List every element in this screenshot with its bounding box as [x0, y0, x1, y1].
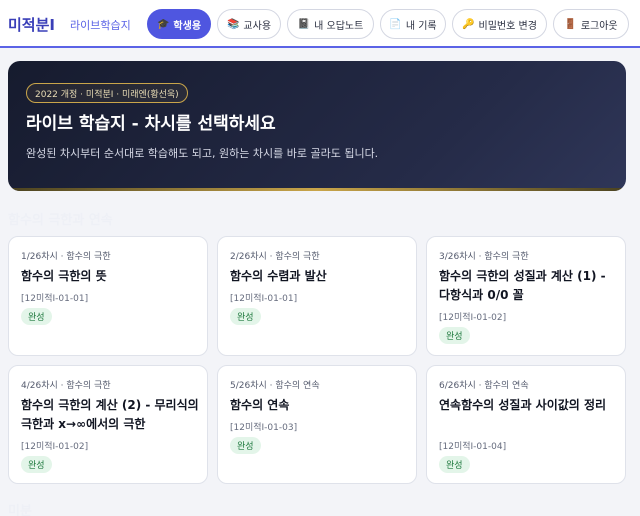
hero-description: 완성된 차시부터 순서대로 학습해도 되고, 원하는 차시를 바로 골라도 됩니…: [26, 147, 379, 160]
app-title: 미적분Ⅰ: [8, 16, 55, 34]
lesson-code: [12미적Ⅰ-01-04]: [439, 442, 507, 452]
nav-button-wrong-answer-note[interactable]: 📓 내 오답노트: [287, 9, 374, 39]
document-icon: 📄: [389, 18, 402, 30]
lesson-title: 함수의 수렴과 발산: [230, 269, 327, 283]
section-title-differentiation: 미분: [8, 504, 32, 516]
status-badge: 완성: [21, 456, 52, 473]
nav-button-label: 내 기록: [405, 20, 437, 32]
nav-button-label: 비밀번호 변경: [478, 20, 537, 32]
lesson-meta: 5/26차시 · 함수의 연속: [230, 381, 320, 391]
nav-button-teacher[interactable]: 📚 교사용: [217, 9, 281, 39]
lesson-code: [12미적Ⅰ-01-01]: [230, 294, 298, 304]
door-icon: 🚪: [564, 18, 577, 30]
lesson-meta: 6/26차시 · 함수의 연속: [439, 381, 529, 391]
lesson-code: [12미적Ⅰ-01-02]: [21, 442, 89, 452]
hero-banner: 2022 개정 · 미적분Ⅰ · 미래엔(황선욱) 라이브 학습지 - 차시를 …: [8, 61, 626, 191]
notebook-icon: 📓: [297, 18, 311, 30]
lesson-title: 함수의 연속: [230, 398, 290, 412]
app-subtitle: 라이브학습지: [70, 19, 131, 32]
lesson-card-5[interactable]: 5/26차시 · 함수의 연속 함수의 연속 [12미적Ⅰ-01-03] 완성: [217, 365, 417, 484]
hero-accent-bar: [8, 188, 626, 191]
nav-button-label: 학생용: [173, 20, 202, 32]
lesson-meta: 1/26차시 · 함수의 극한: [21, 252, 111, 262]
lesson-code: [12미적Ⅰ-01-02]: [439, 313, 507, 323]
lesson-card-3[interactable]: 3/26차시 · 함수의 극한 함수의 극한의 성질과 계산 (1) - 다항식…: [426, 236, 626, 356]
lesson-meta: 3/26차시 · 함수의 극한: [439, 252, 529, 262]
hero-title: 라이브 학습지 - 차시를 선택하세요: [26, 114, 276, 134]
lesson-title: 함수의 극한의 뜻: [21, 269, 107, 283]
lesson-card-6[interactable]: 6/26차시 · 함수의 연속 연속함수의 성질과 사이값의 정리 [12미적Ⅰ…: [426, 365, 626, 484]
nav-button-label: 로그아웃: [580, 20, 618, 32]
curriculum-badge: 2022 개정 · 미적분Ⅰ · 미래엔(황선욱): [26, 83, 188, 103]
nav-button-change-password[interactable]: 🔑 비밀번호 변경: [452, 9, 547, 39]
lesson-code: [12미적Ⅰ-01-01]: [21, 294, 89, 304]
lesson-meta: 4/26차시 · 함수의 극한: [21, 381, 111, 391]
status-badge: 완성: [439, 327, 470, 344]
lesson-card-2[interactable]: 2/26차시 · 함수의 극한 함수의 수렴과 발산 [12미적Ⅰ-01-01]…: [217, 236, 417, 356]
top-navigation-bar: 미적분Ⅰ 라이브학습지 🎓 학생용 📚 교사용 📓 내 오답노트 📄 내 기록 …: [0, 0, 640, 48]
lesson-card-4[interactable]: 4/26차시 · 함수의 극한 함수의 극한의 계산 (2) - 무리식의 극한…: [8, 365, 208, 484]
section-title-limits-continuity: 함수의 극한과 연속: [8, 213, 113, 228]
books-icon: 📚: [226, 18, 240, 30]
nav-button-label: 교사용: [243, 20, 272, 32]
key-icon: 🔑: [462, 18, 475, 30]
status-badge: 완성: [230, 437, 261, 454]
status-badge: 완성: [439, 456, 470, 473]
lesson-title: 연속함수의 성질과 사이값의 정리: [439, 398, 607, 412]
nav-button-logout[interactable]: 🚪 로그아웃: [553, 9, 629, 39]
lesson-title: 함수의 극한의 성질과 계산 (1) - 다항식과 0/0 꼴: [439, 269, 606, 302]
status-badge: 완성: [230, 308, 261, 325]
graduation-cap-icon: 🎓: [156, 18, 170, 30]
nav-button-student[interactable]: 🎓 학생용: [147, 9, 211, 39]
nav-button-my-records[interactable]: 📄 내 기록: [380, 9, 446, 39]
lesson-meta: 2/26차시 · 함수의 극한: [230, 252, 320, 262]
status-badge: 완성: [21, 308, 52, 325]
lesson-code: [12미적Ⅰ-01-03]: [230, 423, 298, 433]
lesson-card-1[interactable]: 1/26차시 · 함수의 극한 함수의 극한의 뜻 [12미적Ⅰ-01-01] …: [8, 236, 208, 356]
nav-button-label: 내 오답노트: [314, 20, 364, 32]
lesson-title: 함수의 극한의 계산 (2) - 무리식의 극한과 x→∞에서의 극한: [21, 398, 199, 431]
